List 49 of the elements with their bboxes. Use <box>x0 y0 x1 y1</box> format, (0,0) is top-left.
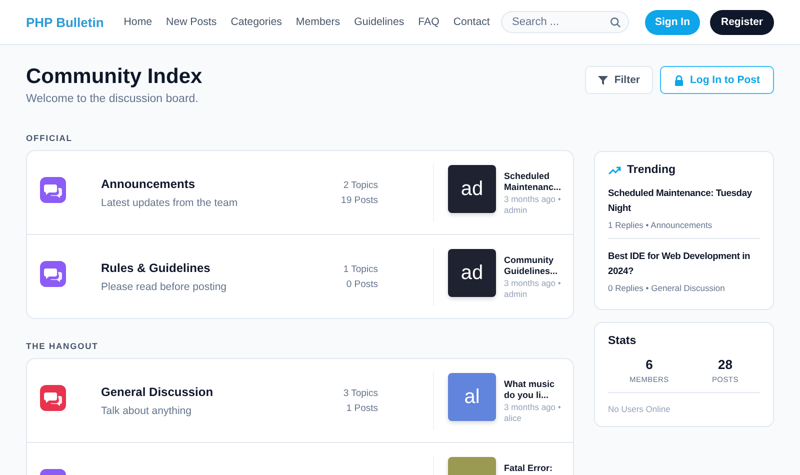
topic-count: 2 Topics <box>342 179 378 193</box>
nav-link[interactable]: Guidelines <box>354 16 404 28</box>
forum-title[interactable]: Announcements <box>101 177 301 191</box>
search-icon <box>610 16 621 28</box>
nav-link[interactable]: Categories <box>230 16 282 28</box>
stat-value: 6 <box>644 357 654 372</box>
lock-icon <box>674 74 684 86</box>
card-title: Stats <box>608 335 638 347</box>
page-title: Community Index <box>26 64 202 90</box>
last-post-title[interactable]: What music do you li... <box>504 379 566 401</box>
last-post-title[interactable]: Scheduled Maintenanc... <box>504 171 566 193</box>
card-title: Trending <box>627 164 676 176</box>
last-post-title[interactable]: Fatal Error: <box>504 463 566 474</box>
last-post-meta: 3 months ago • alice <box>504 402 562 424</box>
online-status: No Users Online <box>608 404 672 414</box>
register-button[interactable]: Register <box>710 10 774 34</box>
forum-description: Latest updates from the team <box>101 197 239 209</box>
stat-value: 28 <box>716 357 734 372</box>
trending-topic-link[interactable]: Best IDE for Web Development in 2024? <box>608 249 760 278</box>
forum-description: Please read before posting <box>101 281 228 293</box>
avatar: ad <box>448 249 496 297</box>
nav-link[interactable]: FAQ <box>418 16 440 28</box>
filter-button[interactable]: Filter <box>585 66 653 94</box>
topic-count: 3 Topics <box>342 387 378 401</box>
nav-link[interactable]: Contact <box>453 16 490 28</box>
nav-link[interactable]: Home <box>124 16 152 28</box>
last-post-title[interactable]: Community Guidelines... <box>504 255 566 277</box>
avatar: ad <box>448 165 496 213</box>
avatar: al <box>448 373 496 421</box>
trending-topic-link[interactable]: Scheduled Maintenance: Tuesday Night <box>608 186 760 215</box>
trend-arrow-icon <box>608 166 621 174</box>
section-label: THE HANGOUT <box>26 341 100 351</box>
forum-description: Talk about anything <box>101 405 192 417</box>
search-field[interactable]: Search ... <box>500 11 629 33</box>
post-count: 0 Posts <box>345 278 378 292</box>
post-count: 19 Posts <box>340 194 378 208</box>
page-subtitle: Welcome to the discussion board. <box>26 93 200 105</box>
last-post-meta: 3 months ago • admin <box>504 194 562 216</box>
funnel-icon <box>598 75 608 85</box>
section-label: OFFICIAL <box>26 133 74 143</box>
topic-meta: 0 Replies • General Discussion <box>608 283 726 293</box>
topic-meta: 1 Replies • Announcements <box>608 220 714 230</box>
last-post-meta: 3 months ago • admin <box>504 278 562 300</box>
forum-title[interactable]: General Discussion <box>101 385 301 399</box>
nav-link[interactable]: Members <box>296 16 340 28</box>
forum-title[interactable]: Rules & Guidelines <box>101 261 301 275</box>
topic-count: 1 Topics <box>342 263 378 277</box>
post-count: 1 Posts <box>345 402 378 416</box>
nav-link[interactable]: New Posts <box>166 16 217 28</box>
